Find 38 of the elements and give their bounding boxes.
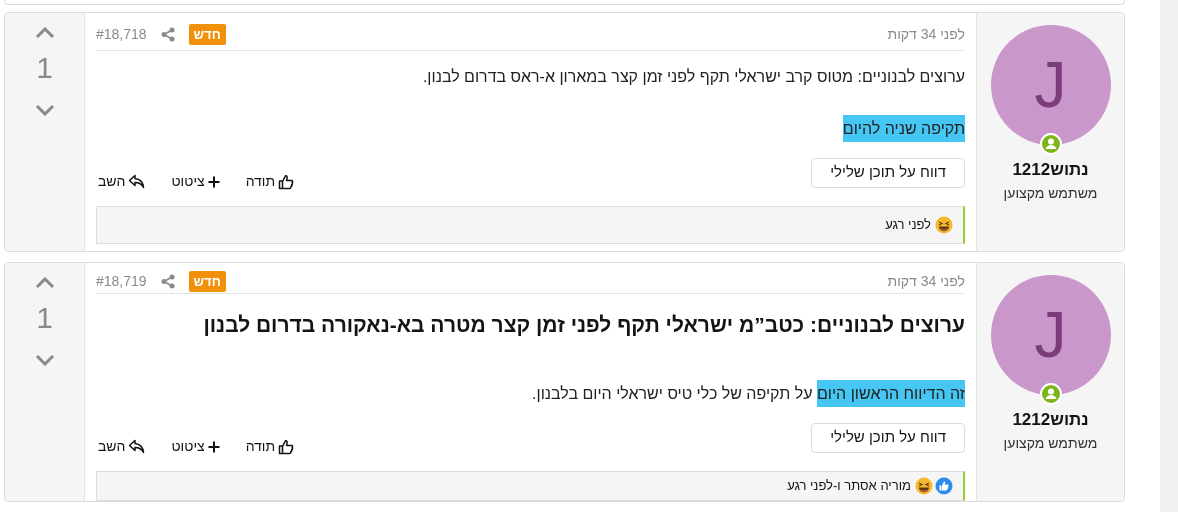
plus-icon	[207, 440, 220, 453]
post-number-link[interactable]: #18,719	[96, 270, 147, 292]
new-badge: חדש	[188, 24, 226, 45]
thanks-link[interactable]: תודה	[245, 436, 295, 458]
report-button[interactable]: דווח על תוכן שלילי	[811, 157, 965, 188]
upvote-icon[interactable]	[34, 277, 55, 289]
username-link[interactable]: נתוש1212	[1012, 159, 1089, 181]
reactions-text[interactable]: מוריה אסתר ו-לפני רגע	[787, 476, 911, 496]
quote-link[interactable]: ציטוט	[171, 171, 220, 192]
quote-link[interactable]: ציטוט	[171, 436, 220, 458]
thumbs-up-icon	[278, 438, 295, 455]
post-number-link[interactable]: #18,718	[96, 24, 147, 45]
report-button[interactable]: דווח על תוכן שלילי	[811, 422, 965, 453]
username-link[interactable]: נתוש1212	[1012, 409, 1089, 431]
reactions-bar[interactable]: מוריה אסתר ו-לפני רגע	[96, 471, 965, 501]
reply-link[interactable]: השב	[98, 436, 146, 458]
reply-icon	[128, 174, 146, 189]
post-headline: ערוצים לבנוניים: כטב”מ ישראלי תקף לפני זמן קצר מטרה בא-נאקורה בדרום לבנון	[202, 312, 965, 339]
new-badge: חדש	[188, 270, 226, 292]
reactions-text[interactable]: לפני רגע	[885, 215, 931, 235]
post-paragraph: זה הדיווח הראשון היום על תקיפה של כלי טיס ישראלי היום בלבנון.	[96, 382, 965, 407]
vote-count: 1	[36, 303, 53, 333]
reply-link[interactable]: השב	[98, 171, 146, 192]
plus-icon	[207, 175, 220, 188]
downvote-icon[interactable]	[34, 354, 55, 366]
thumbs-up-icon	[278, 173, 295, 190]
user-title: משתמש מקצוען	[1003, 434, 1098, 454]
vote-count: 1	[36, 53, 53, 83]
post-paragraph: תקיפה שניה להיום	[96, 117, 965, 141]
reactions-bar[interactable]: לפני רגע	[96, 206, 965, 244]
share-icon[interactable]	[160, 27, 175, 42]
reply-icon	[128, 439, 146, 455]
downvote-icon[interactable]	[34, 104, 55, 116]
share-icon[interactable]	[160, 273, 175, 289]
post-paragraph: ערוצים לבנוניים: מטוס קרב ישראלי תקף לפני זמן קצר במארון א-ראס בדרום לבנון.	[421, 67, 965, 87]
thanks-link[interactable]: תודה	[245, 171, 295, 192]
upvote-icon[interactable]	[34, 27, 55, 39]
user-title: משתמש מקצוען	[1003, 184, 1098, 204]
